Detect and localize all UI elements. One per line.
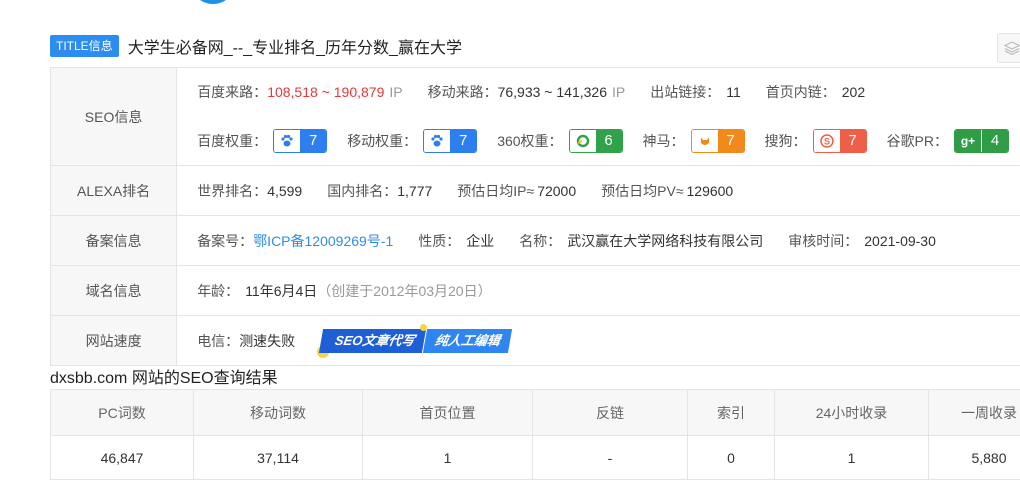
24h-indexed-value: 1 <box>774 435 929 480</box>
icp-number-link[interactable]: 鄂ICP备12009269号-1 <box>253 231 393 251</box>
shenma-weight-value: 7 <box>717 129 744 152</box>
daily-ip-label: 预估日均IP≈ <box>457 182 535 199</box>
icp-nature-value: 企业 <box>466 232 495 249</box>
pc-words-value[interactable]: 46,847 <box>50 435 194 480</box>
weights-line: 百度权重： 7 移动权重： 7 360权重： 6 神马： 7 搜狗： S 7 谷… <box>197 117 1009 164</box>
title-row: TITLE信息 大学生必备网_--_专业排名_历年分数_赢在大学 <box>50 33 462 59</box>
360-icon <box>569 129 596 152</box>
domain-age-label: 年龄： <box>197 282 240 299</box>
ad-dot-decoration <box>420 323 428 331</box>
title-badge: TITLE信息 <box>50 35 119 57</box>
360-weight-badge[interactable]: 6 <box>568 128 623 153</box>
google-pr-value: 4 <box>982 129 1008 152</box>
layers-icon[interactable] <box>997 33 1020 63</box>
icp-review-value: 2021-09-30 <box>864 232 936 249</box>
traffic-line: 百度来路： 108,518 ~ 190,879 IP 移动来路： 76,933 … <box>197 69 1009 116</box>
google-plus-icon: g+ <box>955 129 982 152</box>
telecom-label: 电信： <box>197 332 240 349</box>
domestic-rank-label: 国内排名： <box>327 182 398 199</box>
outlinks-value[interactable]: 11 <box>726 84 741 100</box>
svg-text:S: S <box>824 136 830 146</box>
sogou-weight-label: 搜狗： <box>764 132 807 149</box>
sogou-weight-badge[interactable]: S 7 <box>812 128 867 153</box>
seo-results-table: PC词数 移动词数 首页位置 反链 索引 24小时收录 一周收录 46,847 … <box>50 389 1020 480</box>
ad-text-manual-edit: 纯人工编辑 <box>422 328 512 353</box>
baidu-traffic-value[interactable]: 108,518 ~ 190,879 <box>267 84 384 100</box>
col-week-indexed: 一周收录 <box>928 389 1020 436</box>
icp-name-value: 武汉赢在大学网络科技有限公司 <box>567 232 764 249</box>
icp-line: 备案号： 鄂ICP备12009269号-1 性质： 企业 名称： 武汉赢在大学网… <box>197 217 1009 264</box>
col-mobile-words: 移动词数 <box>193 389 363 436</box>
results-header-row: PC词数 移动词数 首页位置 反链 索引 24小时收录 一周收录 <box>50 389 1020 436</box>
seo-writing-ad-banner[interactable]: SEO文章代写 纯人工编辑 <box>317 323 512 358</box>
seo-info-label: SEO信息 <box>49 67 178 166</box>
mobile-weight-value: 7 <box>450 129 477 152</box>
outlinks-label: 出站链接： <box>650 84 721 101</box>
icp-label: 备案信息 <box>49 215 178 266</box>
paw-icon <box>274 129 301 152</box>
icp-name-label: 名称： <box>519 232 562 249</box>
results-title: dxsbb.com 网站的SEO查询结果 <box>50 370 278 387</box>
ad-text-seo-writing: SEO文章代写 <box>319 328 427 353</box>
baidu-weight-badge[interactable]: 7 <box>273 128 328 153</box>
domestic-rank-value[interactable]: 1,777 <box>397 183 432 199</box>
world-rank-value[interactable]: 4,599 <box>267 183 302 199</box>
mobile-words-value[interactable]: 37,114 <box>193 435 363 480</box>
icp-nature-label: 性质： <box>418 232 461 249</box>
col-24h-indexed: 24小时收录 <box>774 389 929 436</box>
page-title: 大学生必备网_--_专业排名_历年分数_赢在大学 <box>127 40 462 57</box>
daily-pv-value: 129600 <box>686 182 734 199</box>
week-indexed-value: 5,880 <box>928 435 1020 480</box>
mobile-weight-badge[interactable]: 7 <box>423 128 478 153</box>
homepage-links-value[interactable]: 202 <box>842 84 865 100</box>
baidu-weight-value: 7 <box>300 129 327 152</box>
baidu-weight-label: 百度权重： <box>197 132 268 149</box>
baidu-traffic-label: 百度来路： <box>197 84 268 101</box>
sogou-icon: S <box>813 129 840 152</box>
icp-review-label: 审核时间： <box>788 232 859 249</box>
mobile-traffic-unit: IP <box>611 84 626 101</box>
paw-icon <box>424 129 451 152</box>
mobile-weight-label: 移动权重： <box>347 132 418 149</box>
homepage-position-value: 1 <box>362 435 533 480</box>
360-weight-label: 360权重： <box>497 132 563 149</box>
col-index: 索引 <box>687 389 775 436</box>
daily-pv-label: 预估日均PV≈ <box>601 182 684 199</box>
domain-age-value: 11年6月4日 <box>245 282 318 299</box>
col-backlinks: 反链 <box>532 389 688 436</box>
col-homepage-position: 首页位置 <box>362 389 533 436</box>
table-row: 46,847 37,114 1 - 0 1 5,880 <box>50 435 1020 480</box>
google-pr-label: 谷歌PR： <box>886 132 948 149</box>
mobile-traffic-label: 移动来路： <box>427 84 498 101</box>
homepage-links-label: 首页内链： <box>765 84 836 101</box>
alexa-label: ALEXA排名 <box>49 165 178 216</box>
telecom-value: 测速失败 <box>239 332 296 349</box>
shenma-weight-label: 神马： <box>642 132 685 149</box>
sogou-weight-value: 7 <box>839 129 866 152</box>
world-rank-label: 世界排名： <box>197 182 268 199</box>
domain-created-date: （创建于2012年03月20日） <box>317 282 492 299</box>
domain-label: 域名信息 <box>49 265 178 316</box>
shenma-weight-badge[interactable]: 7 <box>690 128 745 153</box>
mobile-traffic-value[interactable]: 76,933 ~ 141,326 <box>498 84 607 100</box>
360-weight-value: 6 <box>595 129 622 152</box>
baidu-traffic-unit: IP <box>389 84 403 101</box>
icp-number-label: 备案号： <box>197 232 254 249</box>
speed-label: 网站速度 <box>49 315 178 366</box>
alexa-line: 世界排名： 4,599 国内排名： 1,777 预估日均IP≈ 72000 预估… <box>197 167 1009 214</box>
col-pc-words: PC词数 <box>50 389 194 436</box>
seo-info-table: SEO信息 百度来路： 108,518 ~ 190,879 IP 移动来路： 7… <box>49 67 1020 366</box>
google-pr-badge[interactable]: g+ 4 <box>954 128 1009 153</box>
domain-line: 年龄： 11年6月4日 （创建于2012年03月20日） <box>197 267 1009 314</box>
shenma-icon <box>691 129 718 152</box>
backlinks-value: - <box>532 435 688 480</box>
index-value: 0 <box>687 435 775 480</box>
speed-line: 电信： 测速失败 SEO文章代写 纯人工编辑 <box>197 317 1009 364</box>
top-decoration <box>190 0 236 4</box>
daily-ip-value: 72000 <box>537 182 577 199</box>
